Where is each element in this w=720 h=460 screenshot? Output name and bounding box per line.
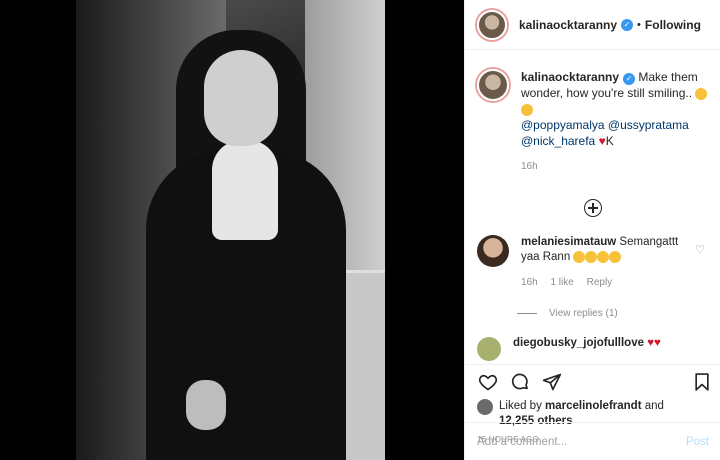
mention-link[interactable]: @ussypratama bbox=[608, 118, 689, 132]
post-comment-button[interactable]: Post bbox=[686, 436, 709, 448]
comment-meta: 16h 1 like Reply bbox=[521, 275, 691, 290]
caption-text-block: kalinaocktaranny ✓ Make them wonder, how … bbox=[521, 69, 709, 175]
photo-hand bbox=[186, 380, 226, 430]
grin-emoji-icon bbox=[573, 250, 586, 263]
photo-shirt bbox=[212, 140, 278, 240]
view-replies-label: View replies (1) bbox=[549, 308, 618, 319]
verified-icon: ✓ bbox=[621, 18, 634, 31]
comment-body: diegobusky_jojofulllove ♥♥ bbox=[513, 337, 661, 361]
verified-icon: ✓ bbox=[623, 73, 636, 85]
share-paper-plane-icon[interactable] bbox=[541, 371, 563, 393]
post-caption: kalinaocktaranny ✓ Make them wonder, how … bbox=[465, 51, 720, 175]
heart-emoji-icon: ♥♥ bbox=[647, 337, 661, 349]
post-photo[interactable] bbox=[76, 0, 385, 460]
smile-emoji-icon bbox=[695, 87, 708, 100]
commenter-username[interactable]: diegobusky_jojofulllove bbox=[513, 337, 644, 349]
mention-link[interactable]: @poppyamalya bbox=[521, 118, 605, 132]
following-button[interactable]: Following bbox=[645, 18, 701, 32]
comment-time[interactable]: 16h bbox=[521, 277, 538, 288]
comments-list[interactable]: kalinaocktaranny ✓ Make them wonder, how … bbox=[465, 51, 720, 364]
commenter-avatar[interactable] bbox=[477, 235, 509, 267]
comment-body: melaniesimatauw Semangattt yaa Rann 16h … bbox=[521, 235, 691, 290]
comment-item: diegobusky_jojofulllove ♥♥ bbox=[465, 319, 720, 361]
comment-bubble-icon[interactable] bbox=[509, 371, 531, 393]
replies-divider bbox=[517, 313, 537, 314]
muscle-emoji-icon bbox=[597, 250, 610, 263]
post-photo-area bbox=[0, 0, 464, 460]
comment-like-count[interactable]: 1 like bbox=[550, 277, 573, 288]
comment-input[interactable] bbox=[477, 435, 686, 448]
post-header: kalinaocktaranny ✓ • Following bbox=[465, 0, 720, 50]
grin-emoji-icon bbox=[585, 250, 598, 263]
commenter-username[interactable]: melaniesimatauw bbox=[521, 236, 616, 248]
heart-emoji-icon: ♥ bbox=[598, 134, 606, 148]
view-replies-button[interactable]: View replies (1) bbox=[517, 308, 720, 319]
post-side-panel: kalinaocktaranny ✓ • Following kalinaock… bbox=[464, 0, 720, 460]
like-heart-icon[interactable] bbox=[477, 371, 499, 393]
photo-face bbox=[204, 50, 278, 146]
load-more-comments-icon[interactable] bbox=[584, 199, 602, 217]
caption-username[interactable]: kalinaocktaranny bbox=[521, 70, 619, 84]
separator-dot: • bbox=[637, 18, 641, 31]
reply-button[interactable]: Reply bbox=[587, 277, 613, 288]
comment-like-heart-icon[interactable]: ♡ bbox=[695, 243, 705, 256]
liked-by-prefix: Liked by bbox=[499, 400, 546, 412]
caption-avatar[interactable] bbox=[477, 69, 509, 101]
add-comment-bar: Post bbox=[465, 422, 720, 460]
blush-emoji-icon bbox=[521, 103, 533, 116]
caption-suffix: K bbox=[605, 134, 614, 148]
commenter-avatar[interactable] bbox=[477, 337, 501, 361]
author-username[interactable]: kalinaocktaranny bbox=[519, 18, 617, 32]
bookmark-icon[interactable] bbox=[691, 371, 713, 393]
action-icons-row bbox=[465, 365, 720, 393]
mention-link[interactable]: @nick_harefa bbox=[521, 134, 595, 148]
muscle-emoji-icon bbox=[609, 250, 622, 263]
comment-item: melaniesimatauw Semangattt yaa Rann 16h … bbox=[465, 217, 720, 290]
caption-time[interactable]: 16h bbox=[521, 159, 709, 175]
likes-and: and bbox=[641, 400, 664, 412]
author-avatar[interactable] bbox=[477, 9, 507, 40]
liker-avatar[interactable] bbox=[477, 399, 493, 415]
liker-username[interactable]: marcelinolefrandt bbox=[545, 400, 642, 412]
